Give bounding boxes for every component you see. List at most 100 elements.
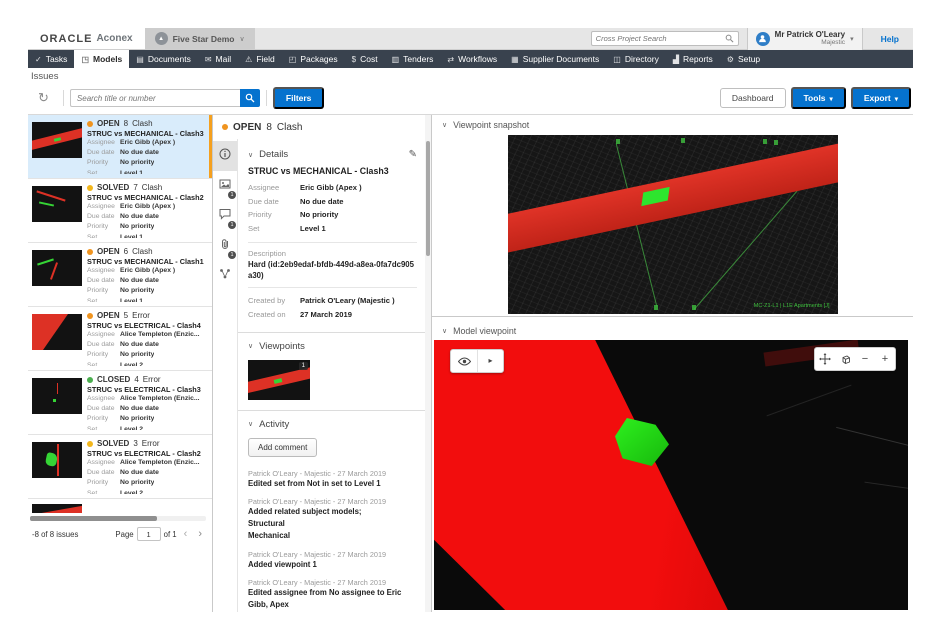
viewpoint-thumbnail[interactable]: 1	[248, 360, 310, 400]
project-selector[interactable]: ▲ Five Star Demo ∨	[145, 28, 255, 49]
issue-type: Clash	[132, 119, 152, 129]
dashboard-button[interactable]: Dashboard	[720, 88, 786, 108]
section-title: Viewpoints	[259, 341, 305, 352]
tab-directory[interactable]: ◫Directory	[606, 50, 666, 68]
add-comment-button[interactable]: Add comment	[248, 438, 317, 457]
search-icon[interactable]	[725, 34, 734, 43]
created-by-value: Patrick O'Leary (Majestic )	[300, 294, 395, 308]
collapse-icon[interactable]: ∨	[442, 327, 447, 335]
aconex-wordmark: Aconex	[96, 33, 132, 44]
tab-setup[interactable]: ⚙Setup	[720, 50, 767, 68]
tab-cost[interactable]: $Cost	[345, 50, 385, 68]
tab-tasks[interactable]: ✓Tasks	[28, 50, 74, 68]
plus-icon: +	[882, 354, 888, 365]
issue-card-5[interactable]: OPEN5Error STRUC vs ELECTRICAL - Clash4 …	[28, 307, 212, 371]
issue-card-partial[interactable]	[28, 499, 212, 513]
collapse-icon[interactable]: ∨	[248, 420, 253, 428]
model-3d-viewport[interactable]: ▸ − +	[434, 340, 908, 610]
chevron-down-icon: ∨	[239, 35, 244, 43]
issue-thumbnail	[32, 122, 82, 158]
viewport-left-toolbar: ▸	[450, 349, 504, 373]
user-names: Mr Patrick O'Leary Majestic	[775, 31, 845, 47]
rail-details-button[interactable]	[213, 141, 237, 171]
collapse-icon[interactable]: ∨	[248, 342, 253, 350]
issue-thumbnail	[32, 504, 82, 513]
issue-thumbnail	[32, 314, 82, 350]
caret-down-icon: ▾	[895, 96, 898, 103]
related-items-icon	[219, 267, 231, 285]
activity-meta: Patrick O'Leary - Majestic - 27 March 20…	[248, 578, 417, 587]
filters-button[interactable]: Filters	[273, 87, 325, 109]
activity-text: Added related subject models;	[248, 506, 417, 518]
pan-button[interactable]	[815, 348, 835, 370]
tab-tenders[interactable]: ▥Tenders	[385, 50, 441, 68]
scrollbar-thumb[interactable]	[30, 516, 157, 521]
rail-attachments-button[interactable]: 1	[213, 231, 237, 261]
divider	[266, 90, 267, 106]
zoom-in-button[interactable]: +	[875, 348, 895, 370]
created-on-value: 27 March 2019	[300, 308, 352, 322]
tab-models[interactable]: ◳Models	[74, 50, 129, 68]
orbit-button[interactable]	[835, 348, 855, 370]
help-link[interactable]: Help	[871, 34, 909, 44]
tab-field[interactable]: ⚠Field	[238, 50, 282, 68]
directory-icon: ◫	[613, 55, 621, 64]
issue-card-7[interactable]: SOLVED7Clash STRUC vs MECHANICAL - Clash…	[28, 179, 212, 243]
zoom-out-button[interactable]: −	[855, 348, 875, 370]
detail-type: Clash	[277, 122, 303, 133]
page-number-input[interactable]	[137, 527, 161, 541]
tab-supplier-documents[interactable]: ▦Supplier Documents	[504, 50, 606, 68]
issue-thumbnail	[32, 250, 82, 286]
collapse-icon[interactable]: ∨	[442, 121, 447, 129]
selection-indicator	[209, 115, 212, 178]
user-menu[interactable]: Mr Patrick O'Leary Majestic ▾	[747, 28, 863, 50]
visibility-button[interactable]	[451, 350, 477, 372]
details-section-header: ∨ Details ✎	[248, 145, 417, 166]
issue-card-6[interactable]: OPEN6Clash STRUC vs MECHANICAL - Clash1 …	[28, 243, 212, 307]
tab-packages[interactable]: ◰Packages	[282, 50, 345, 68]
cross-project-search-input[interactable]	[596, 34, 725, 43]
status-dot	[87, 185, 93, 191]
collapse-icon[interactable]: ∨	[248, 151, 253, 159]
expand-arrow-icon: ▸	[488, 357, 492, 365]
issue-search-input[interactable]	[70, 89, 240, 107]
vertical-scrollbar[interactable]	[425, 115, 431, 612]
cross-project-search[interactable]	[591, 31, 739, 46]
tab-mail[interactable]: ✉Mail	[198, 50, 238, 68]
horizontal-scrollbar[interactable]	[30, 516, 206, 521]
rail-viewpoints-button[interactable]: 1	[213, 171, 237, 201]
section-title: Activity	[259, 419, 289, 430]
status-dot	[87, 249, 93, 255]
issue-card-8[interactable]: OPEN8Clash STRUC vs MECHANICAL - Clash3 …	[28, 115, 212, 179]
previous-page-icon[interactable]: ‹	[180, 529, 192, 540]
tab-reports[interactable]: ▟Reports	[666, 50, 720, 68]
rail-related-items-button[interactable]	[213, 261, 237, 291]
issue-count: -8 of 8 issues	[32, 530, 78, 539]
status-dot	[87, 377, 93, 383]
search-button[interactable]	[240, 89, 260, 107]
tools-button[interactable]: Tools▾	[791, 87, 846, 109]
tab-label: Workflows	[458, 54, 497, 64]
reports-icon: ▟	[673, 55, 679, 64]
refresh-icon[interactable]: ↻	[30, 90, 57, 106]
issue-card-3[interactable]: SOLVED3Error STRUC vs ELECTRICAL - Clash…	[28, 435, 212, 499]
issue-card-4[interactable]: CLOSED4Error STRUC vs ELECTRICAL - Clash…	[28, 371, 212, 435]
next-page-icon[interactable]: ›	[194, 529, 206, 540]
rail-comments-button[interactable]: 1	[213, 201, 237, 231]
paperclip-icon: 1	[219, 237, 231, 255]
search-icon	[245, 93, 255, 103]
toolbar-right-group: Dashboard Tools▾ Export▾	[720, 87, 911, 109]
edit-icon[interactable]: ✎	[409, 149, 417, 160]
status-dot	[222, 124, 228, 130]
tab-documents[interactable]: ▤Documents	[129, 50, 198, 68]
scrollbar-thumb[interactable]	[426, 141, 430, 256]
top-bar: ORACLE Aconex ▲ Five Star Demo ∨ Mr Pa	[28, 28, 913, 50]
issue-title: STRUC vs ELECTRICAL - Clash3	[87, 385, 206, 394]
status-dot	[87, 313, 93, 319]
expand-toolbar-button[interactable]: ▸	[477, 350, 503, 372]
cost-icon: $	[352, 55, 356, 64]
export-button[interactable]: Export▾	[851, 87, 911, 109]
info-icon	[219, 147, 231, 165]
comments-count-badge: 1	[228, 221, 236, 229]
tab-workflows[interactable]: ⇄Workflows	[440, 50, 504, 68]
